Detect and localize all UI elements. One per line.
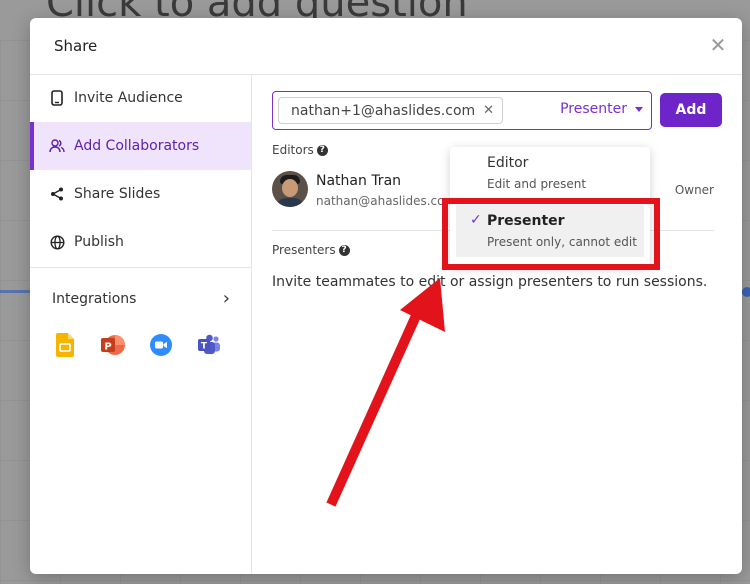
collaborator-name: Nathan Tran (316, 173, 402, 189)
add-button[interactable]: Add (660, 93, 722, 127)
close-icon[interactable]: ✕ (708, 35, 728, 55)
sidebar-item-share-slides[interactable]: Share Slides (30, 170, 251, 218)
share-icon (48, 187, 66, 201)
role-option-title: Editor (487, 155, 529, 171)
sidebar-divider (30, 267, 251, 268)
sidebar-item-label: Add Collaborators (74, 138, 200, 154)
sidebar-item-publish[interactable]: Publish (30, 218, 251, 266)
integrations-toggle[interactable]: Integrations › (52, 288, 230, 309)
sidebar: Invite Audience Add Collaborators Share … (30, 74, 252, 574)
email-chip-label: nathan+1@ahaslides.com (291, 102, 476, 119)
avatar (272, 171, 308, 207)
owner-label: Owner (674, 183, 714, 197)
remove-chip-icon[interactable]: ✕ (483, 103, 494, 118)
role-select[interactable]: Presenter (560, 101, 643, 117)
sidebar-item-label: Invite Audience (74, 90, 183, 106)
integrations-label: Integrations (52, 290, 137, 307)
presenters-heading: Presenters ? (272, 243, 350, 257)
sidebar-item-label: Share Slides (74, 186, 161, 202)
globe-icon (48, 234, 66, 250)
share-modal: Share ✕ Invite Audience Add Collaborator… (30, 18, 742, 574)
help-icon[interactable]: ? (316, 144, 328, 156)
svg-text:P: P (104, 342, 111, 353)
help-icon[interactable]: ? (338, 244, 350, 256)
background-dot (742, 287, 750, 297)
caret-down-icon (635, 106, 643, 112)
presenters-description: Invite teammates to edit or assign prese… (272, 274, 708, 290)
users-icon (48, 139, 66, 153)
phone-icon (48, 90, 66, 106)
modal-title: Share (54, 37, 98, 55)
presenters-label: Presenters (272, 243, 336, 257)
chevron-right-icon: › (222, 288, 230, 309)
annotation-highlight-box (442, 198, 660, 270)
role-option-editor[interactable]: Editor Edit and present (450, 147, 650, 199)
modal-header: Share ✕ (30, 18, 742, 75)
email-chip: nathan+1@ahaslides.com ✕ (278, 97, 504, 124)
role-select-value: Presenter (560, 101, 627, 117)
editors-heading: Editors ? (272, 143, 328, 157)
collaborator-email: nathan@ahaslides.com (316, 194, 457, 208)
integration-icons: P T (52, 332, 222, 358)
sidebar-item-add-collaborators[interactable]: Add Collaborators (30, 122, 251, 170)
google-slides-icon[interactable] (52, 332, 78, 358)
editors-label: Editors (272, 143, 314, 157)
teams-icon[interactable]: T (196, 332, 222, 358)
powerpoint-icon[interactable]: P (100, 332, 126, 358)
sidebar-item-label: Publish (74, 234, 124, 250)
zoom-icon[interactable] (148, 332, 174, 358)
role-option-description: Edit and present (487, 177, 587, 191)
svg-text:T: T (201, 342, 208, 352)
sidebar-item-invite-audience[interactable]: Invite Audience (30, 74, 251, 122)
invite-input[interactable]: nathan+1@ahaslides.com ✕ Presenter (272, 91, 652, 130)
